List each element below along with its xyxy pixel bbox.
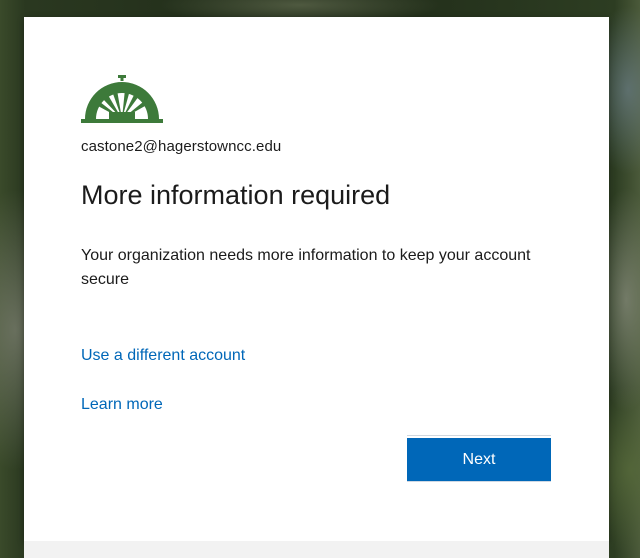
account-email: castone2@hagerstowncc.edu: [81, 138, 282, 155]
next-button-top-border: [407, 435, 551, 436]
next-button[interactable]: Next: [407, 438, 551, 482]
use-different-account-link[interactable]: Use a different account: [81, 347, 245, 365]
page-description: Your organization needs more information…: [81, 247, 531, 288]
learn-more-link[interactable]: Learn more: [81, 396, 163, 414]
page-title: More information required: [81, 180, 391, 210]
sign-in-card: castone2@hagerstowncc.edu More informati…: [24, 17, 609, 541]
card-footer: [24, 541, 609, 558]
college-dome-logo-icon: [81, 75, 163, 123]
